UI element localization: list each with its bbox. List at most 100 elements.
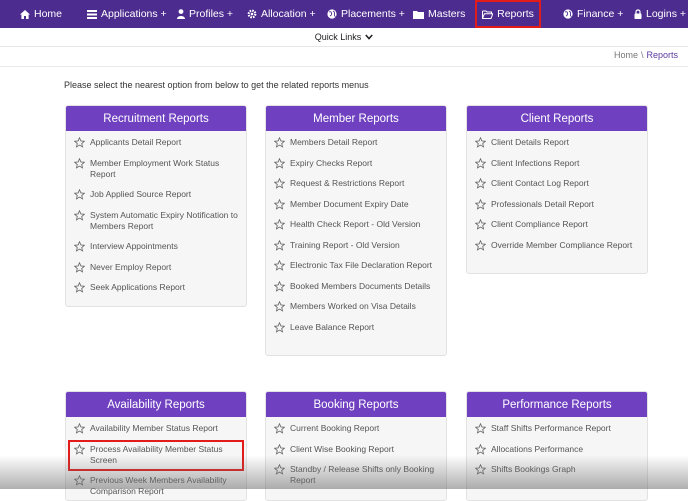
report-link-label: Standby / Release Shifts only Booking Re…	[290, 464, 435, 485]
card-title: Member Reports	[266, 106, 446, 131]
divider	[0, 66, 688, 67]
star-icon	[74, 137, 85, 148]
nav-reports-label: Reports	[497, 8, 534, 20]
process-availability-member-status-link[interactable]: Process Availability Member Status Scree…	[68, 439, 244, 471]
quick-links-toggle[interactable]: Quick Links	[0, 28, 688, 47]
report-link-label: Interview Appointments	[90, 241, 178, 251]
star-icon	[274, 301, 285, 312]
report-link[interactable]: Booked Members Documents Details	[274, 280, 438, 292]
report-link[interactable]: Seek Applications Report	[74, 282, 238, 293]
report-link[interactable]: Shifts Bookings Graph	[475, 464, 639, 475]
report-link-label: Members Worked on Visa Details	[290, 301, 416, 311]
availability-reports-card: Availability Reports Availability Member…	[65, 391, 247, 501]
star-icon	[74, 423, 85, 434]
star-icon	[274, 443, 285, 455]
report-link[interactable]: System Automatic Expiry Notification to …	[74, 209, 238, 232]
nav-masters-label: Masters	[428, 8, 466, 20]
report-link-label: Never Employ Report	[90, 261, 172, 272]
nav-logins[interactable]: Logins +	[634, 0, 686, 28]
nav-allocation-label: Allocation +	[261, 8, 316, 20]
quick-links-label: Quick Links	[314, 32, 362, 42]
report-link[interactable]: Client Compliance Report	[475, 219, 639, 230]
report-link[interactable]: Request & Restrictions Report	[274, 178, 438, 189]
nav-reports[interactable]: Reports	[475, 0, 541, 28]
report-link[interactable]: Client Details Report	[475, 137, 639, 148]
star-icon	[475, 137, 486, 148]
report-link-label: Members Detail Report	[290, 137, 378, 147]
report-link[interactable]: Staff Shifts Performance Report	[475, 423, 639, 434]
report-link[interactable]: Previous Week Members Availability Compa…	[74, 475, 238, 497]
report-link-label: Client Details Report	[491, 137, 569, 147]
report-link[interactable]: Expiry Checks Report	[274, 157, 438, 169]
star-icon	[475, 219, 486, 230]
report-link[interactable]: Interview Appointments	[74, 241, 238, 252]
user-icon	[177, 9, 185, 19]
report-link[interactable]: Client Wise Booking Report	[274, 443, 438, 455]
report-link[interactable]: Training Report - Old Version	[274, 239, 438, 251]
performance-reports-card: Performance Reports Staff Shifts Perform…	[466, 391, 648, 501]
report-link[interactable]: Members Detail Report	[274, 137, 438, 148]
report-link-label: Applicants Detail Report	[90, 137, 182, 147]
report-link[interactable]: Override Member Compliance Report	[475, 239, 639, 251]
nav-finance[interactable]: Finance +	[563, 0, 623, 28]
star-icon	[274, 239, 285, 251]
nav-profiles[interactable]: Profiles +	[177, 0, 233, 28]
report-link[interactable]: Job Applied Source Report	[74, 189, 238, 200]
nav-allocation[interactable]: Allocation +	[247, 0, 316, 28]
report-link-label: Override Member Compliance Report	[491, 239, 633, 250]
star-icon	[274, 219, 285, 230]
folder-open-icon	[482, 10, 494, 19]
report-link[interactable]: Electronic Tax File Declaration Report	[274, 260, 438, 271]
report-link[interactable]: Member Employment Work Status Report	[74, 157, 238, 180]
report-link[interactable]: Professionals Detail Report	[475, 198, 639, 210]
report-link[interactable]: Availability Member Status Report	[74, 423, 238, 434]
report-link-label: Staff Shifts Performance Report	[491, 423, 611, 433]
star-icon	[475, 178, 486, 189]
member-reports-card: Member Reports Members Detail Report Exp…	[265, 105, 447, 356]
report-link[interactable]: Client Contact Log Report	[475, 178, 639, 189]
nav-applications[interactable]: Applications +	[87, 0, 167, 28]
report-link[interactable]: Allocations Performance	[475, 443, 639, 455]
star-icon	[74, 282, 85, 293]
star-icon	[274, 260, 285, 271]
report-link-label: Client Compliance Report	[491, 219, 588, 229]
breadcrumb: Home \ Reports	[614, 50, 678, 60]
report-link-label: Booked Members Documents Details	[290, 280, 431, 291]
star-icon	[475, 239, 486, 251]
star-icon	[475, 157, 486, 169]
report-link[interactable]: Standby / Release Shifts only Booking Re…	[274, 464, 438, 486]
report-link-label: Training Report - Old Version	[290, 239, 400, 250]
breadcrumb-home[interactable]: Home	[614, 50, 638, 60]
star-icon	[74, 443, 85, 455]
report-link-label: Expiry Checks Report	[290, 157, 373, 168]
report-link[interactable]: Members Worked on Visa Details	[274, 301, 438, 312]
star-icon	[74, 209, 85, 221]
report-link-label: Request & Restrictions Report	[290, 178, 405, 188]
card-title: Client Reports	[467, 106, 647, 131]
report-link[interactable]: Leave Balance Report	[274, 321, 438, 333]
home-icon	[20, 9, 30, 19]
nav-placements[interactable]: Placements +	[327, 0, 405, 28]
nav-masters[interactable]: Masters	[413, 0, 465, 28]
star-icon	[74, 189, 85, 200]
breadcrumb-current: Reports	[646, 50, 678, 60]
client-reports-card: Client Reports Client Details Report Cli…	[466, 105, 648, 274]
chevron-down-icon	[365, 34, 374, 40]
report-link[interactable]: Applicants Detail Report	[74, 137, 238, 148]
report-link-label: Client Wise Booking Report	[290, 443, 394, 454]
list-icon	[87, 9, 97, 19]
report-link-label: Electronic Tax File Declaration Report	[290, 260, 433, 270]
star-icon	[274, 178, 285, 189]
folder-icon	[413, 10, 424, 19]
report-link-label: Leave Balance Report	[290, 321, 375, 332]
report-link[interactable]: Client Infections Report	[475, 157, 639, 169]
nav-placements-label: Placements +	[341, 8, 405, 20]
lock-icon	[634, 9, 642, 19]
report-link[interactable]: Never Employ Report	[74, 261, 238, 273]
report-link[interactable]: Health Check Report - Old Version	[274, 219, 438, 230]
report-link[interactable]: Current Booking Report	[274, 423, 438, 434]
report-link-label: Health Check Report - Old Version	[290, 219, 421, 229]
star-icon	[274, 321, 285, 333]
nav-home[interactable]: Home	[20, 0, 62, 28]
report-link[interactable]: Member Document Expiry Date	[274, 198, 438, 210]
